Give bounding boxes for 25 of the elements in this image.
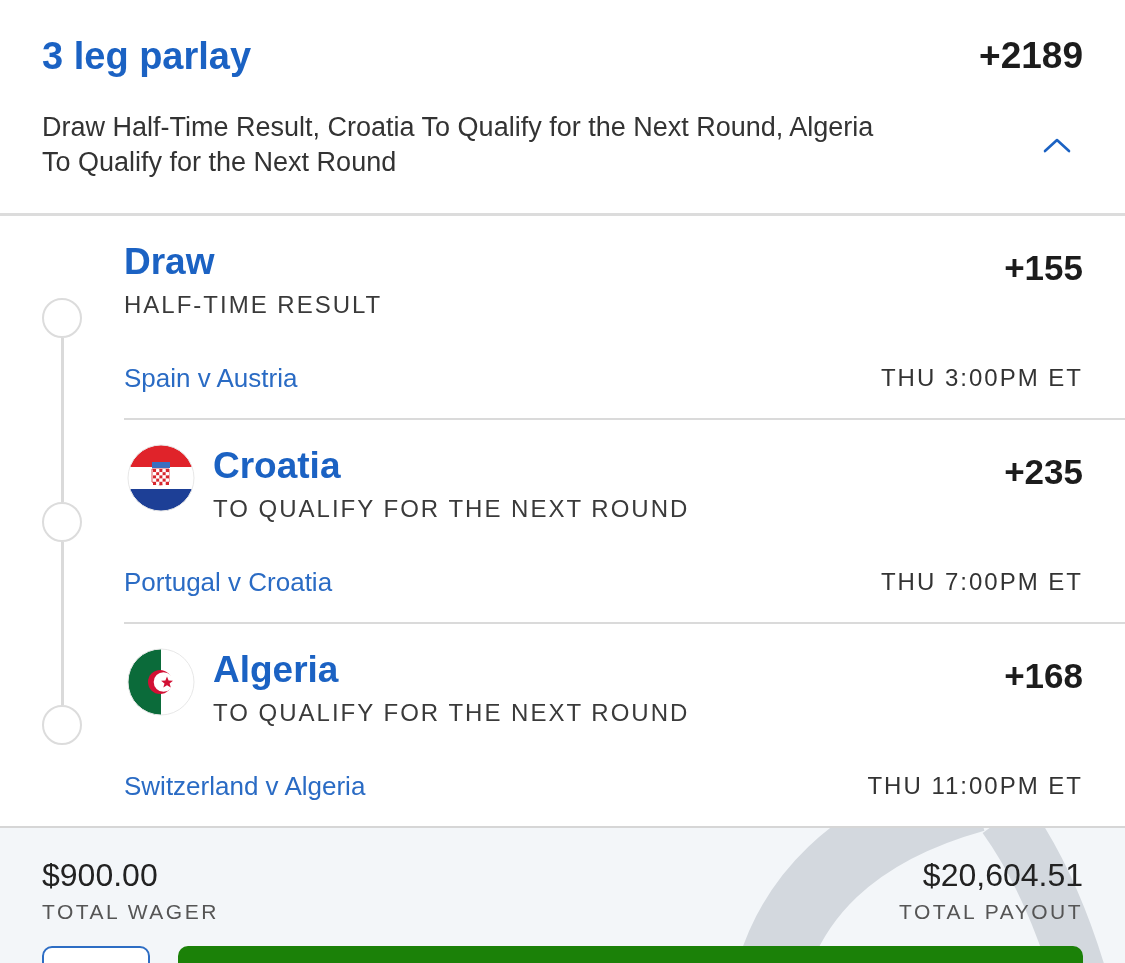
start-time: THU 11:00PM ET <box>867 771 1083 801</box>
selection-name: Algeria <box>213 648 339 692</box>
algeria-flag-icon <box>127 648 195 716</box>
total-payout-amount: $20,604.51 <box>922 856 1083 895</box>
chevron-up-icon[interactable] <box>1043 137 1071 153</box>
matchup-link[interactable]: Switzerland v Algeria <box>124 769 366 803</box>
parlay-title: 3 leg parlay <box>42 34 252 79</box>
leg-odds: +235 <box>1004 451 1083 488</box>
leg-odds: +155 <box>1004 247 1083 284</box>
total-wager-label: TOTAL WAGER <box>42 899 219 925</box>
start-time: THU 7:00PM ET <box>880 567 1083 597</box>
matchup-link[interactable]: Portugal v Croatia <box>124 565 333 599</box>
matchup-link[interactable]: Spain v Austria <box>124 361 298 395</box>
total-payout-label: TOTAL PAYOUT <box>898 899 1083 925</box>
croatia-flag-icon <box>127 444 195 512</box>
market-name: TO QUALIFY FOR THE NEXT ROUND <box>213 494 691 524</box>
selection-name: Draw <box>124 240 215 284</box>
selection-name: Croatia <box>213 444 341 488</box>
parlay-odds: +2189 <box>979 34 1083 78</box>
total-wager-amount: $900.00 <box>42 856 158 895</box>
market-name: HALF-TIME RESULT <box>124 290 384 320</box>
start-time: THU 3:00PM ET <box>880 363 1083 393</box>
parlay-description: Draw Half-Time Result, Croatia To Qualify for the Next Round, Algeria To Qualify for the Next Round <box>42 111 875 179</box>
market-name: TO QUALIFY FOR THE NEXT ROUND <box>213 698 691 728</box>
leg-odds: +168 <box>1004 655 1083 692</box>
